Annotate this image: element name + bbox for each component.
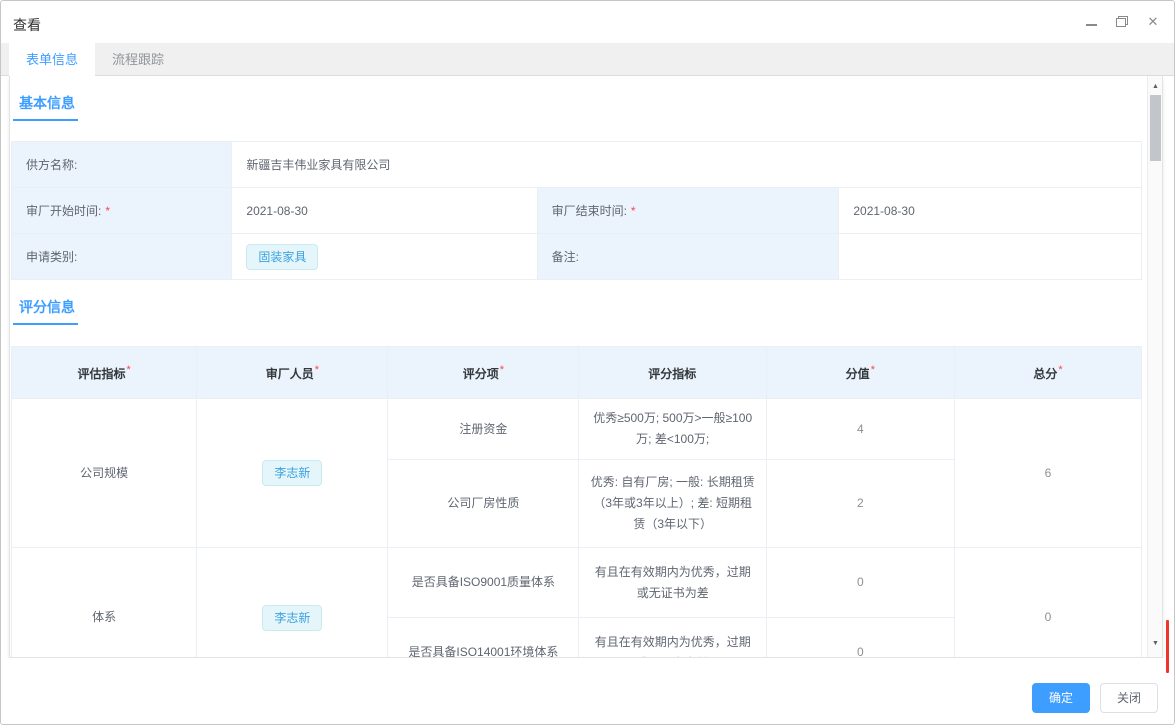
- dialog-footer: 确定 关闭: [1, 658, 1174, 724]
- total-cell: 0: [954, 548, 1142, 658]
- auditor-tag: 李志新: [262, 460, 322, 486]
- tab-form-info[interactable]: 表单信息: [9, 43, 95, 77]
- col-header-score: 分值*: [767, 347, 955, 399]
- required-mark: *: [105, 204, 110, 218]
- category-label: 申请类别:: [12, 234, 232, 280]
- footer-buttons: 确定 关闭: [1032, 683, 1158, 713]
- form-content-panel: 基本信息 供方名称: 新疆吉丰伟业家具有限公司 审厂开始时间:* 2021-08…: [9, 76, 1163, 658]
- total-cell: 6: [954, 399, 1142, 548]
- required-mark: *: [315, 364, 319, 376]
- score-table-header-row: 评估指标* 审厂人员* 评分项* 评分指标 分值* 总分*: [12, 347, 1142, 399]
- score-cell: 2: [767, 460, 955, 548]
- required-mark: *: [631, 204, 636, 218]
- required-mark: *: [500, 364, 504, 376]
- col-header-auditor: 审厂人员*: [197, 347, 388, 399]
- red-scroll-indicator: [1165, 619, 1170, 674]
- indicator-cell: 公司规模: [12, 399, 197, 548]
- table-row: 申请类别: 固装家具 备注:: [12, 234, 1142, 280]
- criteria-cell: 有且在有效期内为优秀，过期或无证书为差: [579, 618, 767, 658]
- restore-icon[interactable]: [1115, 14, 1129, 28]
- form-content: 基本信息 供方名称: 新疆吉丰伟业家具有限公司 审厂开始时间:* 2021-08…: [10, 76, 1147, 657]
- auditor-cell: 李志新: [197, 548, 388, 658]
- required-mark: *: [1058, 364, 1062, 376]
- category-value: 固装家具: [232, 234, 537, 280]
- col-header-total: 总分*: [954, 347, 1142, 399]
- table-row: 供方名称: 新疆吉丰伟业家具有限公司: [12, 142, 1142, 188]
- required-mark: *: [871, 364, 875, 376]
- dialog-title: 查看: [13, 15, 41, 35]
- tab-bar: 表单信息 流程跟踪: [1, 43, 1174, 76]
- remark-label: 备注:: [537, 234, 839, 280]
- audit-end-label: 审厂结束时间:*: [537, 188, 839, 234]
- section-score-info: 评分信息: [13, 297, 78, 325]
- indicator-cell: 体系: [12, 548, 197, 658]
- view-dialog: 查看 ✕ 表单信息 流程跟踪 基本信息 供方名称: 新疆吉丰伟业家具有限公司 审…: [0, 0, 1175, 725]
- table-row: 体系 李志新 是否具备ISO9001质量体系 有且在有效期内为优秀，过期或无证书…: [12, 548, 1142, 618]
- col-header-indicator: 评估指标*: [12, 347, 197, 399]
- close-icon[interactable]: ✕: [1146, 14, 1160, 28]
- criteria-cell: 优秀: 自有厂房; 一般: 长期租赁（3年或3年以上）; 差: 短期租赁（3年以…: [579, 460, 767, 548]
- score-table: 评估指标* 审厂人员* 评分项* 评分指标 分值* 总分* 公司规模 李志新 注…: [11, 346, 1142, 657]
- minimize-icon[interactable]: [1084, 14, 1098, 28]
- auditor-cell: 李志新: [197, 399, 388, 548]
- table-row: 审厂开始时间:* 2021-08-30 审厂结束时间:* 2021-08-30: [12, 188, 1142, 234]
- item-cell: 是否具备ISO14001环境体系: [388, 618, 579, 658]
- col-header-item: 评分项*: [388, 347, 579, 399]
- confirm-button[interactable]: 确定: [1032, 683, 1090, 713]
- titlebar: 查看 ✕: [1, 1, 1174, 43]
- scroll-up-icon[interactable]: ▲: [1148, 79, 1163, 94]
- close-button[interactable]: 关闭: [1100, 683, 1158, 713]
- scrollbar-thumb[interactable]: [1150, 95, 1161, 161]
- criteria-cell: 有且在有效期内为优秀，过期或无证书为差: [579, 548, 767, 618]
- supplier-name-value: 新疆吉丰伟业家具有限公司: [232, 142, 1142, 188]
- tab-process-tracking[interactable]: 流程跟踪: [95, 43, 181, 76]
- col-header-criteria: 评分指标: [579, 347, 767, 399]
- audit-start-value: 2021-08-30: [232, 188, 537, 234]
- section-basic-info: 基本信息: [13, 93, 78, 121]
- item-cell: 是否具备ISO9001质量体系: [388, 548, 579, 618]
- item-cell: 注册资金: [388, 399, 579, 460]
- auditor-tag: 李志新: [262, 605, 322, 631]
- audit-start-label: 审厂开始时间:*: [12, 188, 232, 234]
- score-cell: 0: [767, 548, 955, 618]
- vertical-scrollbar[interactable]: ▲ ▼: [1147, 76, 1162, 657]
- category-tag: 固装家具: [246, 244, 318, 270]
- required-mark: *: [127, 364, 131, 376]
- score-cell: 4: [767, 399, 955, 460]
- score-cell: 0: [767, 618, 955, 658]
- item-cell: 公司厂房性质: [388, 460, 579, 548]
- table-row: 公司规模 李志新 注册资金 优秀≥500万; 500万>一般≥100万; 差<1…: [12, 399, 1142, 460]
- supplier-name-label: 供方名称:: [12, 142, 232, 188]
- scroll-down-icon[interactable]: ▼: [1148, 636, 1163, 651]
- basic-info-table: 供方名称: 新疆吉丰伟业家具有限公司 审厂开始时间:* 2021-08-30 审…: [11, 141, 1142, 280]
- audit-end-value: 2021-08-30: [839, 188, 1142, 234]
- window-controls: ✕: [1084, 14, 1160, 28]
- criteria-cell: 优秀≥500万; 500万>一般≥100万; 差<100万;: [579, 399, 767, 460]
- remark-value: [839, 234, 1142, 280]
